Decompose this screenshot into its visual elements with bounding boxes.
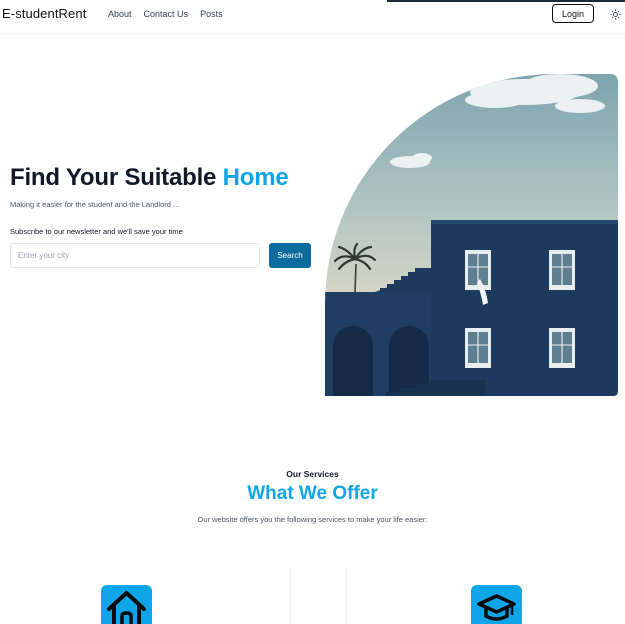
services-kicker: Our Services bbox=[286, 469, 339, 479]
search-button[interactable]: Search bbox=[269, 243, 311, 268]
sun-icon[interactable] bbox=[610, 9, 621, 20]
service-card-education bbox=[471, 585, 522, 624]
hero-title: Find Your Suitable Home bbox=[10, 164, 289, 192]
card-divider bbox=[290, 568, 291, 624]
nav-link-contact[interactable]: Contact Us bbox=[144, 9, 189, 19]
login-button[interactable]: Login bbox=[552, 4, 594, 23]
navbar: E-studentRent About Contact Us Posts Log… bbox=[0, 0, 625, 34]
brand-logo[interactable]: E-studentRent bbox=[2, 6, 86, 21]
hero-title-accent: Home bbox=[222, 164, 289, 191]
service-card-home bbox=[101, 585, 152, 624]
services-description: Our website offers you the following ser… bbox=[197, 515, 428, 524]
hero-building-image bbox=[325, 74, 618, 396]
hero-subtitle: Making it easier for the student and the… bbox=[10, 200, 180, 209]
nav-link-about[interactable]: About bbox=[108, 9, 132, 19]
home-icon bbox=[107, 591, 146, 624]
city-search-input[interactable] bbox=[10, 243, 260, 268]
hero-title-main: Find Your Suitable bbox=[10, 164, 223, 191]
newsletter-label: Subscribe to our newsletter and we'll sa… bbox=[10, 227, 183, 236]
nav-links: About Contact Us Posts bbox=[108, 9, 223, 19]
card-divider bbox=[346, 568, 347, 624]
services-title: What We Offer bbox=[247, 483, 378, 504]
nav-link-posts[interactable]: Posts bbox=[200, 9, 223, 19]
graduation-cap-icon bbox=[477, 594, 516, 621]
